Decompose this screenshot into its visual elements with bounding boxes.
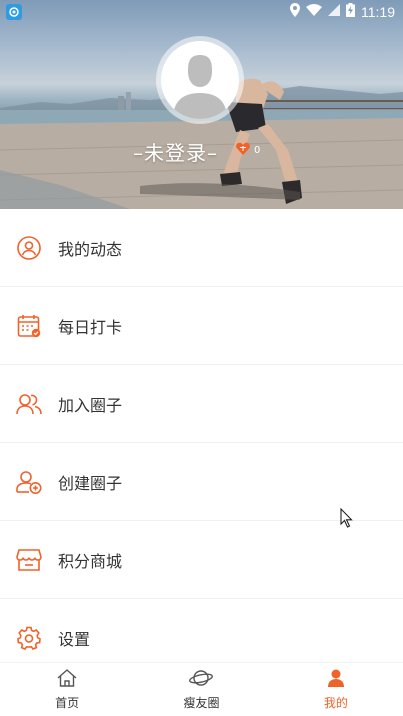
menu-item-points-mall[interactable]: 积分商城 [0, 521, 403, 599]
tab-label: 我的 [323, 695, 348, 710]
login-status-text[interactable]: –未登录– [133, 137, 218, 166]
battery-charging-icon [346, 3, 355, 21]
menu-label: 创建圈子 [58, 473, 123, 493]
menu-item-my-posts[interactable]: 我的动态 [0, 209, 403, 287]
store-icon [16, 547, 42, 573]
profile-menu: 我的动态 每日打卡 加入圈子 创建圈子 积分商城 设置 [0, 209, 403, 677]
planet-icon [189, 669, 214, 691]
menu-label: 每日打卡 [58, 317, 123, 337]
user-circle-icon [16, 235, 42, 261]
users-icon [16, 391, 42, 417]
points-badge: 0 [236, 142, 260, 158]
cellular-signal-icon [328, 4, 340, 20]
tab-home[interactable]: 首页 [0, 663, 134, 716]
menu-label: 我的动态 [58, 239, 123, 259]
menu-label: 加入圈子 [58, 395, 123, 415]
menu-label: 积分商城 [58, 551, 123, 571]
app-notification-icon [6, 4, 22, 20]
avatar[interactable] [156, 36, 244, 124]
bottom-navigation: 首页 瘦友圈 我的 [0, 662, 403, 716]
person-icon [327, 669, 345, 691]
tab-label: 瘦友圈 [183, 695, 220, 710]
tab-mine[interactable]: 我的 [269, 663, 403, 716]
status-time: 11:19 [361, 4, 395, 20]
calendar-check-icon [16, 313, 42, 339]
points-count: 0 [254, 144, 261, 156]
tab-friends-circle[interactable]: 瘦友圈 [134, 663, 268, 716]
tab-label: 首页 [55, 695, 80, 710]
profile-header: 11:19 –未登录– 0 [0, 0, 403, 209]
menu-item-join-circle[interactable]: 加入圈子 [0, 365, 403, 443]
menu-item-daily-checkin[interactable]: 每日打卡 [0, 287, 403, 365]
points-heart-icon [236, 142, 250, 158]
menu-label: 设置 [58, 629, 91, 649]
home-icon [57, 668, 77, 691]
user-add-icon [16, 469, 42, 495]
mouse-cursor-icon [340, 507, 354, 532]
wifi-icon [306, 4, 322, 20]
gear-icon [16, 625, 42, 651]
status-bar: 11:19 [0, 0, 403, 24]
login-row: –未登录– 0 [0, 137, 403, 166]
default-avatar-icon [161, 41, 239, 119]
location-icon [290, 3, 300, 21]
